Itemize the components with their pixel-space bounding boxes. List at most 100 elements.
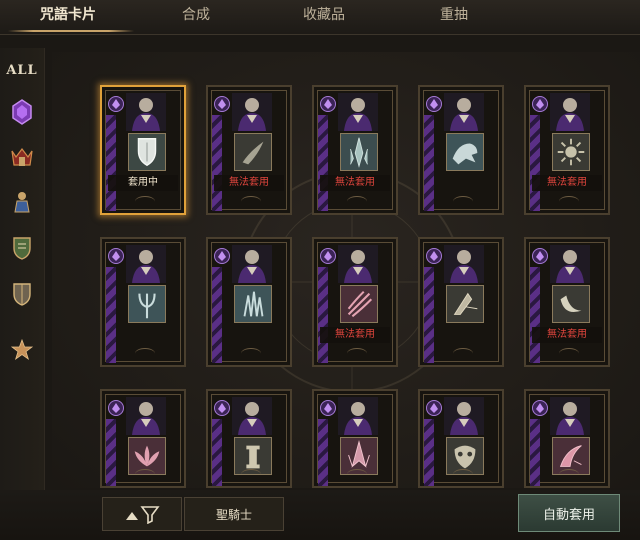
card-crest-icon (532, 400, 548, 416)
blue-knight-icon[interactable] (8, 188, 36, 216)
shield-icon (137, 138, 157, 167)
card-ornament (347, 196, 367, 207)
spell-card[interactable] (100, 237, 186, 367)
class-select-button[interactable]: 聖騎士 (184, 497, 284, 531)
top-tab-bar: 咒語卡片 合成 收藏品 重抽 (0, 0, 640, 35)
card-side-stripe (318, 115, 328, 211)
crystal-icon (350, 137, 368, 168)
card-ornament (453, 348, 473, 359)
card-crest-icon (108, 400, 124, 416)
card-side-stripe (212, 115, 222, 211)
card-ornament (453, 196, 473, 207)
card-status-label: 無法套用 (532, 327, 602, 343)
green-shield-icon[interactable] (8, 234, 36, 262)
card-crest-icon (214, 248, 230, 264)
card-ornament (559, 348, 579, 359)
skill-icon-box (446, 133, 484, 171)
card-ornament (347, 348, 367, 359)
paladin-portrait-icon (444, 93, 484, 131)
paladin-portrait-icon (550, 245, 590, 283)
card-status-label: 未學習 (426, 487, 496, 488)
spell-card[interactable]: 無法套用 (312, 237, 398, 367)
card-side-stripe (318, 419, 328, 486)
card-ornament (241, 469, 261, 480)
card-side-stripe (530, 267, 540, 363)
card-crest-icon (320, 248, 336, 264)
card-side-stripe (530, 419, 540, 486)
card-side-stripe (106, 267, 116, 363)
sort-filter-button[interactable] (102, 497, 182, 531)
spell-card[interactable]: 無法套用 (312, 85, 398, 215)
paladin-portrait-icon (338, 93, 378, 131)
spell-card[interactable] (100, 389, 186, 488)
card-ornament (135, 469, 155, 480)
paladin-portrait-icon (338, 245, 378, 283)
card-crest-icon (426, 96, 442, 112)
spell-card[interactable]: 套用中 (100, 85, 186, 215)
card-status-label: 無法套用 (320, 175, 390, 191)
tab-collection[interactable]: 收藏品 (294, 3, 354, 27)
purple-gem-icon[interactable] (8, 98, 36, 126)
tab-spell-cards[interactable]: 咒語卡片 (20, 3, 116, 27)
paladin-portrait-icon (126, 245, 166, 283)
red-helm-crest-icon[interactable] (8, 144, 36, 172)
card-crest-icon (320, 400, 336, 416)
card-crest-icon (426, 248, 442, 264)
spikes-icon (243, 291, 264, 317)
star-icon[interactable] (8, 336, 36, 364)
card-side-stripe (530, 115, 540, 211)
card-crest-icon (108, 248, 124, 264)
spell-card[interactable] (418, 85, 504, 215)
card-side-stripe (424, 115, 434, 211)
card-crest-icon (426, 400, 442, 416)
skill-icon-box (128, 133, 166, 171)
gold-shield-icon[interactable] (8, 280, 36, 308)
paladin-portrait-icon (232, 397, 272, 435)
crescent-icon (560, 295, 582, 313)
skill-icon-box (552, 285, 590, 323)
spell-card[interactable] (312, 389, 398, 488)
card-ornament (241, 348, 261, 359)
auto-apply-button[interactable]: 自動套用 (518, 494, 620, 532)
spell-card[interactable] (206, 237, 292, 367)
card-crest-icon (214, 96, 230, 112)
spell-card[interactable]: 無法套用 (524, 85, 610, 215)
card-side-stripe (106, 419, 116, 486)
card-side-stripe (106, 115, 116, 211)
paladin-portrait-icon (232, 245, 272, 283)
tab-reroll[interactable]: 重抽 (424, 3, 484, 27)
card-side-stripe (212, 267, 222, 363)
card-status-label: 無法套用 (532, 175, 602, 191)
card-ornament (135, 348, 155, 359)
paladin-portrait-icon (550, 93, 590, 131)
spell-card[interactable]: 無法套用 (524, 237, 610, 367)
spell-card[interactable] (524, 389, 610, 488)
trident-icon (138, 293, 156, 319)
wing-slash-icon (453, 292, 478, 315)
horn-icon (242, 141, 264, 165)
card-crest-icon (214, 400, 230, 416)
active-tab-underline (8, 30, 134, 32)
card-ornament (453, 469, 473, 480)
spell-card[interactable] (418, 237, 504, 367)
spell-card[interactable]: 無法套用 (206, 85, 292, 215)
card-crest-icon (320, 96, 336, 112)
skill-icon-box (128, 285, 166, 323)
card-status-label: 無法套用 (214, 175, 284, 191)
sort-filter-icon (126, 506, 160, 524)
card-crest-icon (532, 248, 548, 264)
card-side-stripe (424, 419, 434, 486)
spell-card[interactable]: 未學習 (418, 389, 504, 488)
tab-synthesis[interactable]: 合成 (166, 3, 226, 27)
filter-all-button[interactable]: ALL (6, 56, 36, 84)
card-ornament (347, 469, 367, 480)
skill-icon-box (234, 285, 272, 323)
card-side-stripe (318, 267, 328, 363)
skill-icon-box (340, 285, 378, 323)
sun-burst-icon (557, 138, 585, 166)
spell-card[interactable] (206, 389, 292, 488)
card-side-stripe (424, 267, 434, 363)
card-ornament (241, 196, 261, 207)
paladin-portrait-icon (444, 397, 484, 435)
paladin-portrait-icon (232, 93, 272, 131)
